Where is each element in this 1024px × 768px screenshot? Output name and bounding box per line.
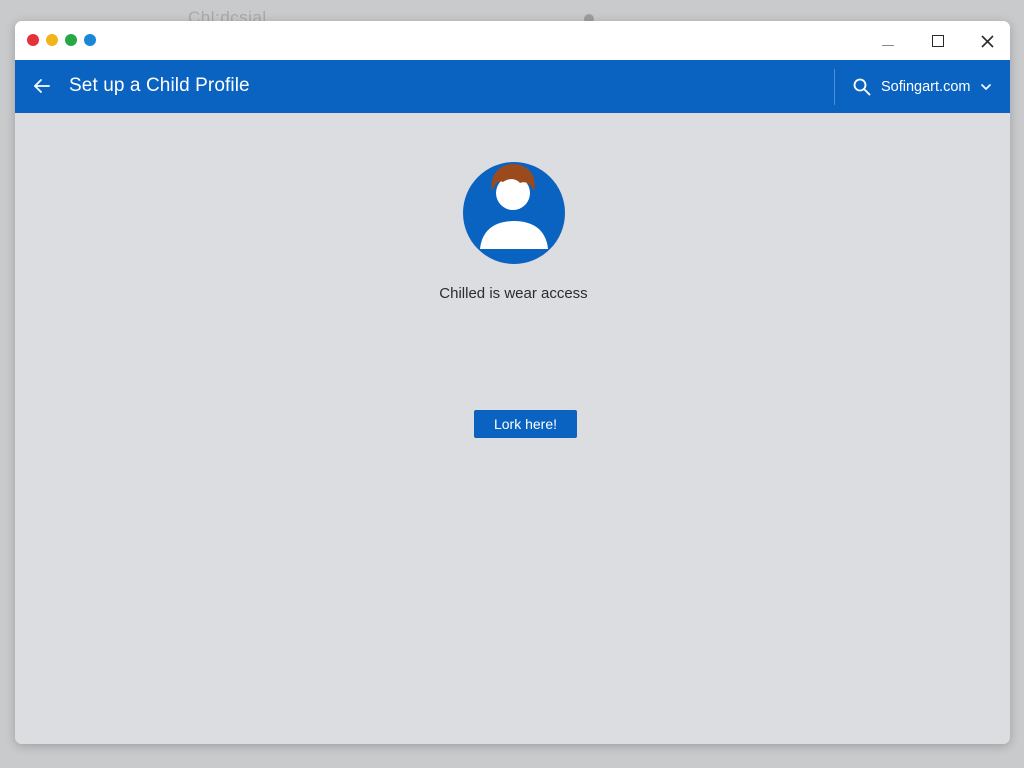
chevron-down-icon [981,83,992,91]
child-avatar-icon [463,162,565,264]
account-switcher-button[interactable]: Sofingart.com [853,72,1001,102]
primary-action-button[interactable]: Lork here! [474,410,577,438]
main-content: Chilled is wear access Lork here! [15,113,1010,744]
close-button[interactable] [972,27,1002,55]
yellow-dot-icon[interactable] [46,34,58,46]
page-title: Set up a Child Profile [69,75,250,96]
search-icon [853,78,871,96]
status-message: Chilled is wear access [439,285,588,302]
minimize-button[interactable] [873,27,903,55]
green-dot-icon[interactable] [65,34,77,46]
close-icon [980,34,994,48]
minimize-icon [882,44,894,46]
app-window: Set up a Child Profile Sofingart.com Chi… [15,21,1010,744]
arrow-left-icon [34,79,50,93]
title-bar [15,21,1010,60]
header-divider [834,69,835,105]
maximize-button[interactable] [923,27,953,55]
app-header: Set up a Child Profile Sofingart.com [15,60,1010,113]
blue-dot-icon[interactable] [84,34,96,46]
account-label: Sofingart.com [881,79,971,95]
red-dot-icon[interactable] [27,34,39,46]
back-button[interactable] [29,73,55,99]
maximize-icon [932,35,944,47]
